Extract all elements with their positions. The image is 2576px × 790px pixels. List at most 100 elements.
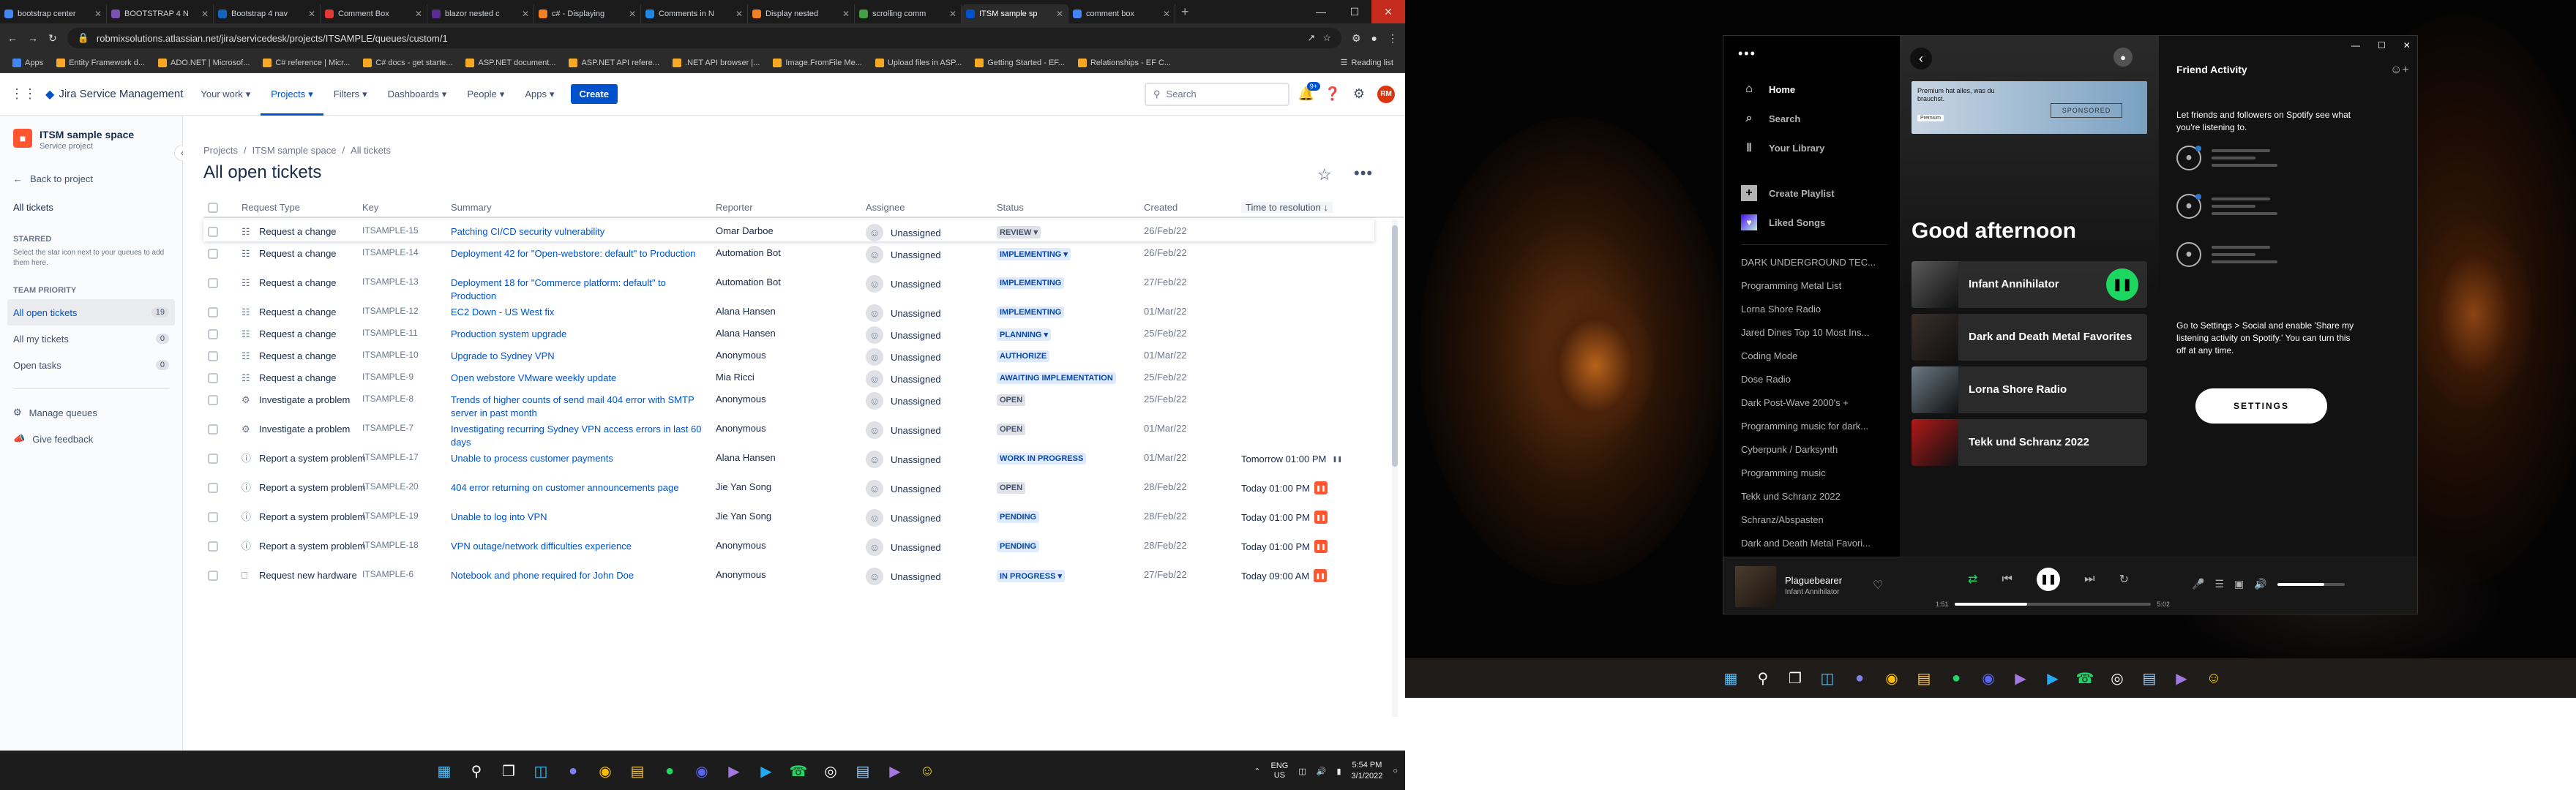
close-tab-icon[interactable]: ✕ (629, 9, 636, 19)
album-art[interactable] (1735, 566, 1776, 607)
playlist-item[interactable]: Programming music for dark... (1741, 415, 1887, 438)
status-lozenge[interactable]: PENDING (997, 511, 1040, 523)
status-lozenge[interactable]: OPEN (997, 394, 1026, 406)
github-icon[interactable]: ◎ (818, 759, 843, 783)
issue-summary-link[interactable]: Trends of higher counts of send mail 404… (451, 394, 707, 420)
close-tab-icon[interactable]: ✕ (94, 9, 102, 19)
clock[interactable]: 5:54 PM 3/1/2022 (1352, 760, 1383, 782)
maximize-icon[interactable]: ☐ (1338, 0, 1371, 23)
browser-menu-icon[interactable]: ⋮ (1388, 32, 1398, 45)
playlist-item[interactable]: Lorna Shore Radio (1741, 298, 1887, 321)
breadcrumb-item[interactable]: Projects (203, 145, 238, 156)
issue-key[interactable]: ITSAMPLE-8 (362, 394, 413, 404)
close-tab-icon[interactable]: ✕ (842, 9, 850, 19)
spotify-nav-search[interactable]: ⌕ Search (1741, 104, 1900, 133)
assignee[interactable]: ☺ Unassigned (866, 451, 941, 468)
url-field[interactable]: 🔒 robmixsolutions.atlassian.net/jira/ser… (67, 28, 1341, 48)
assignee[interactable]: ☺ Unassigned (866, 480, 941, 497)
app-switcher-icon[interactable]: ⋮⋮ (10, 86, 37, 102)
give-feedback-link[interactable]: 📣 Give feedback (13, 426, 169, 452)
issue-key[interactable]: ITSAMPLE-18 (362, 540, 419, 550)
search-icon[interactable]: ⚲ (1751, 666, 1775, 691)
playlist-item[interactable]: Jared Dines Top 10 Most Ins... (1741, 321, 1887, 345)
issue-summary-link[interactable]: Unable to log into VPN (451, 511, 707, 524)
bookmark-item[interactable]: C# reference | Micr... (256, 58, 356, 67)
status-lozenge[interactable]: OPEN (997, 482, 1026, 494)
row-checkbox[interactable] (208, 512, 218, 522)
issue-key[interactable]: ITSAMPLE-17 (362, 452, 419, 462)
help-icon[interactable]: ❓ (1323, 85, 1342, 104)
status-lozenge[interactable]: AUTHORIZE (997, 350, 1050, 362)
discord-icon[interactable]: ◉ (689, 759, 714, 783)
row-checkbox[interactable] (208, 227, 218, 237)
bookmark-star-icon[interactable]: ☆ (1322, 32, 1331, 44)
status-lozenge[interactable]: IMPLEMENTING (997, 277, 1065, 289)
issue-key[interactable]: ITSAMPLE-7 (362, 423, 413, 433)
whatsapp-icon[interactable]: ☎ (2073, 666, 2097, 691)
liked-songs-button[interactable]: ♥ Liked Songs (1741, 208, 1900, 237)
reading-list-button[interactable]: ☰ Reading list (1334, 58, 1399, 68)
spotify-nav-home[interactable]: ⌂ Home (1741, 75, 1900, 104)
playlist-item[interactable]: Dose Radio (1741, 368, 1887, 391)
nav-dashboards[interactable]: Dashboards ▾ (378, 89, 457, 100)
shuffle-icon[interactable]: ⇄ (1968, 572, 1977, 587)
volume-icon[interactable]: 🔊 (2254, 578, 2266, 590)
notification-center-icon[interactable]: ○ (1393, 767, 1398, 775)
assignee[interactable]: ☺ Unassigned (866, 509, 941, 527)
bookmark-item[interactable]: Relationships - EF C... (1071, 58, 1177, 67)
row-checkbox[interactable] (208, 454, 218, 464)
status-lozenge[interactable]: OPEN (997, 424, 1026, 435)
bookmark-item[interactable]: Image.FromFile Me... (766, 58, 869, 67)
table-row[interactable]: ⓘ Report a system problem ITSAMPLE-18 VPN o… (203, 534, 1374, 563)
spotify-nav-your-library[interactable]: Ⅱ Your Library (1741, 133, 1900, 162)
reload-icon[interactable]: ↻ (48, 32, 57, 45)
playlist-item[interactable]: Dark and Death Metal Favori... (1741, 532, 1887, 555)
issue-summary-link[interactable]: Unable to process customer payments (451, 452, 707, 465)
issue-summary-link[interactable]: Deployment 18 for "Commerce platform: de… (451, 276, 707, 303)
notepad-icon[interactable]: ▤ (850, 759, 875, 783)
close-tab-icon[interactable]: ✕ (1056, 9, 1063, 19)
row-checkbox[interactable] (208, 483, 218, 493)
issue-summary-link[interactable]: Deployment 42 for "Open-webstore: defaul… (451, 247, 707, 260)
close-tab-icon[interactable]: ✕ (201, 9, 209, 19)
row-checkbox[interactable] (208, 373, 218, 383)
breadcrumb-item[interactable]: All tickets (351, 145, 391, 156)
status-lozenge[interactable]: IN PROGRESS ▾ (997, 570, 1065, 582)
issue-key[interactable]: ITSAMPLE-6 (362, 569, 413, 579)
scrollbar[interactable] (1392, 219, 1398, 717)
new-tab-icon[interactable]: + (1181, 4, 1199, 20)
manage-queues-link[interactable]: ⚙ Manage queues (13, 399, 169, 426)
profile-avatar[interactable]: ● (2112, 46, 2134, 68)
jira-logo-icon[interactable]: ◆ (45, 87, 54, 102)
row-checkbox[interactable] (208, 307, 218, 317)
issue-summary-link[interactable]: Patching CI/CD security vulnerability (451, 225, 707, 238)
issue-summary-link[interactable]: Upgrade to Sydney VPN (451, 350, 707, 363)
network-icon[interactable]: ◫ (1298, 767, 1306, 776)
visual-studio-2-icon[interactable]: ▶ (2169, 666, 2194, 691)
whatsapp-icon[interactable]: ☎ (786, 759, 811, 783)
browser-tab[interactable]: Comments in N ✕ (641, 4, 748, 23)
table-row[interactable]: ⚙ Investigate a problem ITSAMPLE-8 Trends o… (203, 388, 1374, 420)
status-lozenge[interactable]: WORK IN PROGRESS (997, 453, 1087, 464)
close-icon[interactable]: ✕ (1371, 0, 1405, 23)
browser-tab[interactable]: c# - Displaying ✕ (534, 4, 641, 23)
queue-item[interactable]: All my tickets 0 (7, 326, 175, 352)
queue-item[interactable]: Open tasks 0 (7, 352, 175, 378)
file-explorer-icon[interactable]: ▤ (625, 759, 650, 783)
nav-filters[interactable]: Filters ▾ (323, 89, 378, 100)
premium-ad-banner[interactable]: Premium hat alles, was du brauchst. Prem… (1912, 81, 2147, 134)
spotify-icon[interactable]: ● (1944, 666, 1969, 691)
table-row[interactable]: ☷ Request a change ITSAMPLE-13 Deployment 1… (203, 271, 1374, 303)
issue-summary-link[interactable]: EC2 Down - US West fix (451, 306, 707, 319)
row-checkbox[interactable] (208, 571, 218, 581)
bookmark-item[interactable]: Upload files in ASP... (869, 58, 968, 67)
minimize-icon[interactable]: — (2351, 40, 2360, 50)
issue-key[interactable]: ITSAMPLE-15 (362, 225, 419, 236)
playlist-item[interactable]: Tekk und Schranz 2022 (1741, 485, 1887, 508)
select-all-checkbox[interactable] (208, 203, 218, 213)
chrome-icon[interactable]: ◉ (593, 759, 618, 783)
scrollbar-thumb[interactable] (1392, 225, 1398, 467)
settings-gear-icon[interactable]: ⚙ (1349, 85, 1368, 104)
column-header[interactable]: Key (362, 202, 378, 213)
browser-tab[interactable]: Display nested ✕ (748, 4, 855, 23)
